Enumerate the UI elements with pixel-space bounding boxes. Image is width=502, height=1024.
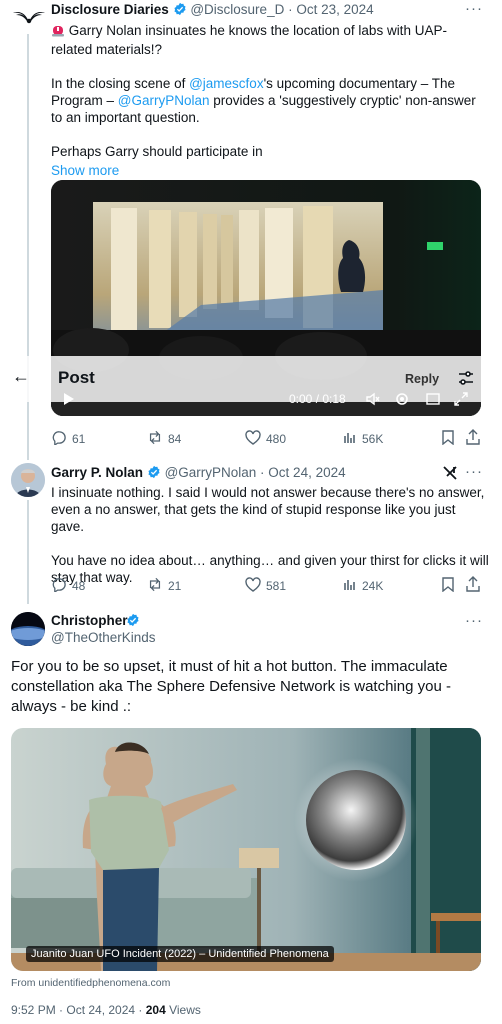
bird-logo-icon[interactable] (12, 4, 46, 30)
views-count: 204 (145, 1003, 166, 1017)
tweet-body: Garry Nolan insinuates he knows the loca… (51, 22, 487, 179)
show-more-link[interactable]: Show more (51, 162, 487, 179)
grok-icon[interactable] (442, 465, 458, 481)
tweet-header: Garry P. Nolan @GarryPNolan · Oct 24, 20… (51, 465, 346, 482)
tweet-image[interactable]: Juanito Juan UFO Incident (2022) – Unide… (11, 728, 481, 971)
tweet-header: Disclosure Diaries @Disclosure_D · Oct 2… (51, 2, 374, 19)
views-count: 24K (362, 578, 384, 593)
reply-button[interactable]: 48 (52, 577, 85, 595)
post-header-bar: ← Post Reply (0, 356, 502, 402)
time-date[interactable]: 9:52 PM · Oct 24, 2024 · (11, 1003, 146, 1017)
tweet-text: In the closing scene of (51, 76, 190, 91)
like-count: 480 (266, 432, 287, 446)
views-button[interactable]: 56K (343, 430, 383, 447)
image-scene (11, 728, 481, 971)
back-arrow-icon[interactable]: ← (12, 366, 30, 387)
mention-link[interactable]: @GarryPNolan (118, 93, 210, 108)
tweet-body: I insinuate nothing. I said I would not … (51, 484, 489, 586)
share-icon[interactable] (466, 429, 480, 445)
verified-badge-icon (173, 2, 187, 19)
more-options-button[interactable]: ··· (465, 0, 483, 17)
handle-date[interactable]: @GarryPNolan · Oct 24, 2024 (165, 465, 346, 480)
views-count: 56K (362, 431, 384, 446)
tweet-text: I insinuate nothing. I said I would not … (51, 485, 485, 534)
more-options-button[interactable]: ··· (465, 612, 483, 629)
handle-date[interactable]: @Disclosure_D · Oct 23, 2024 (190, 2, 373, 17)
mention-link[interactable]: @jamescfox (189, 76, 263, 91)
bookmark-icon[interactable] (442, 577, 454, 592)
reply-button[interactable]: 61 (52, 430, 85, 448)
views-button[interactable]: 24K (343, 577, 383, 594)
repost-icon (147, 430, 163, 448)
like-count: 581 (266, 579, 287, 593)
views-icon (343, 430, 357, 447)
views-label: Views (165, 1003, 201, 1017)
post-timestamp: 9:52 PM · Oct 24, 2024 · 204 Views (11, 1003, 201, 1017)
like-icon (245, 430, 261, 448)
share-icon[interactable] (466, 576, 480, 592)
reply-count: 61 (72, 432, 86, 446)
image-caption: Juanito Juan UFO Incident (2022) – Unide… (26, 946, 334, 962)
tweet-line: Garry Nolan insinuates he knows the loca… (51, 23, 447, 57)
reply-sort-button[interactable]: Reply (405, 372, 439, 386)
like-button[interactable]: 581 (245, 577, 286, 595)
reply-icon (52, 577, 67, 595)
link-source[interactable]: From unidentifiedphenomena.com (11, 977, 170, 989)
repost-count: 21 (168, 579, 182, 593)
avatar[interactable] (11, 612, 45, 646)
thread-line (27, 500, 29, 604)
reply-icon (52, 430, 67, 448)
repost-button[interactable]: 84 (147, 430, 181, 448)
verified-badge-icon (147, 465, 161, 482)
views-icon (343, 577, 357, 594)
repost-button[interactable]: 21 (147, 577, 181, 595)
bookmark-icon[interactable] (442, 430, 454, 445)
author-name[interactable]: Garry P. Nolan (51, 465, 143, 480)
more-options-button[interactable]: ··· (465, 463, 483, 480)
avatar[interactable] (11, 463, 45, 497)
tweet-text: Perhaps Garry should participate in (51, 144, 263, 159)
author-name[interactable]: Christopher (51, 613, 128, 628)
page-title: Post (58, 368, 95, 387)
handle[interactable]: @TheOtherKinds (51, 630, 156, 645)
siren-emoji-icon (51, 23, 65, 41)
like-icon (245, 577, 261, 595)
like-button[interactable]: 480 (245, 430, 286, 448)
author-name[interactable]: Disclosure Diaries (51, 2, 169, 17)
repost-count: 84 (168, 432, 182, 446)
tweet-body: For you to be so upset, it must of hit a… (11, 658, 451, 715)
reply-count: 48 (72, 579, 86, 593)
repost-icon (147, 577, 163, 595)
sliders-icon[interactable] (458, 370, 474, 386)
